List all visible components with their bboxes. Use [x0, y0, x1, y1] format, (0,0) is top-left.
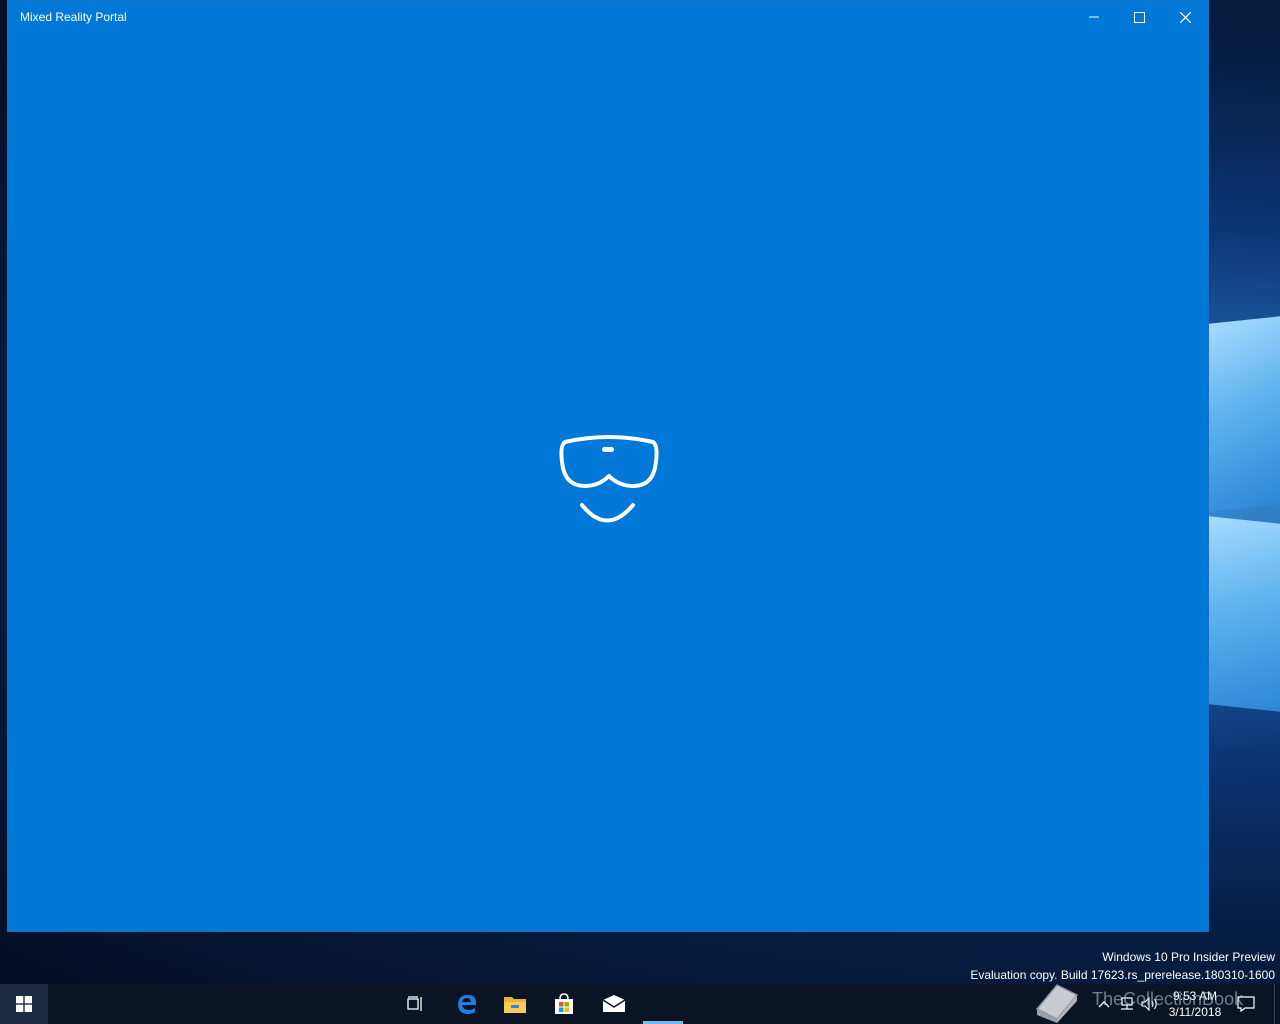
start-button[interactable]	[0, 984, 48, 1024]
minimize-button[interactable]	[1071, 1, 1117, 33]
show-desktop-button[interactable]	[1274, 984, 1280, 1024]
title-bar[interactable]: Mixed Reality Portal	[8, 1, 1208, 33]
wallpaper-logo-pane-bottom	[1209, 516, 1280, 712]
store-button[interactable]	[540, 984, 588, 1024]
mail-icon	[602, 995, 626, 1012]
wallpaper-logo-pane-top	[1209, 316, 1280, 512]
edge-icon	[458, 995, 476, 1014]
file-explorer-icon	[504, 997, 526, 1013]
edge-button[interactable]	[443, 984, 491, 1024]
watermark-edition: Windows 10 Pro Insider Preview	[1102, 950, 1275, 964]
watermark-build: Evaluation copy. Build 17623.rs_prerelea…	[970, 968, 1275, 982]
minimize-icon	[1089, 16, 1099, 18]
task-view-button[interactable]	[392, 984, 440, 1024]
windows-start-icon	[16, 996, 32, 1012]
task-view-icon	[407, 996, 422, 1011]
close-button[interactable]	[1162, 1, 1208, 33]
store-icon	[555, 993, 573, 1014]
mail-button[interactable]	[590, 984, 638, 1024]
maximize-button[interactable]	[1116, 1, 1162, 33]
book-logo-icon	[1030, 978, 1082, 1024]
mixed-reality-headset-icon	[559, 435, 659, 523]
mixed-reality-portal-window: Mixed Reality Portal	[7, 0, 1209, 932]
site-watermark-overlay: TheCollectionBook	[1092, 989, 1244, 1009]
file-explorer-button[interactable]	[491, 984, 539, 1024]
maximize-icon	[1133, 11, 1145, 23]
close-icon	[1179, 11, 1191, 23]
taskbar: 9:53 AM 3/11/2018	[0, 984, 1280, 1024]
window-title: Mixed Reality Portal	[20, 10, 127, 24]
